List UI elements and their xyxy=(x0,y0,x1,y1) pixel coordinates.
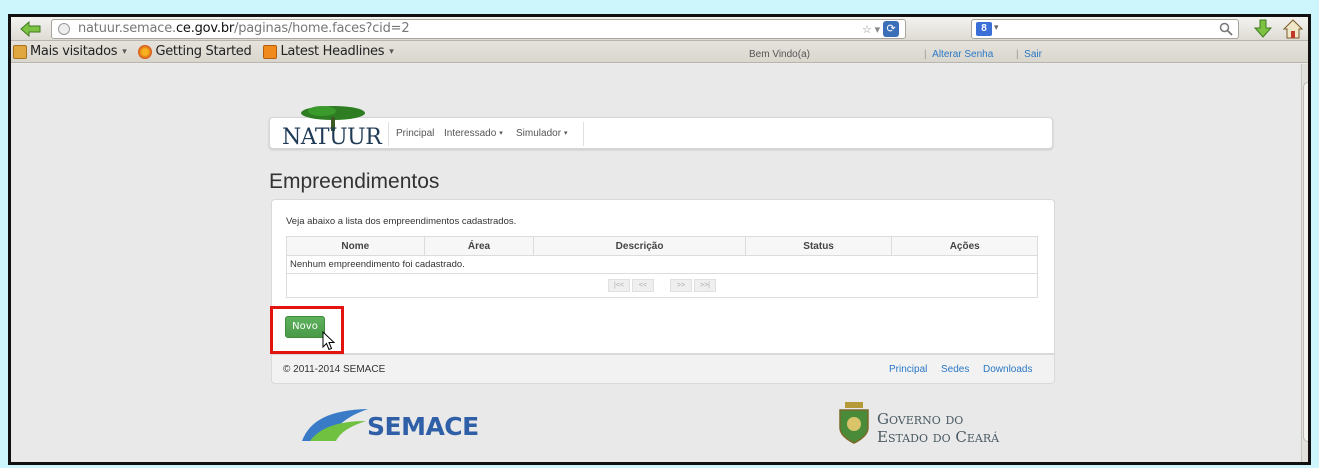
url-domain: ce.gov.br xyxy=(175,21,235,36)
bookmark-latest-headlines[interactable]: Latest Headlines ▾ xyxy=(263,44,394,59)
column-header-nome[interactable]: Nome xyxy=(287,237,425,255)
semace-wave-icon xyxy=(302,409,368,441)
back-arrow-icon xyxy=(20,21,41,37)
home-icon[interactable] xyxy=(1283,19,1303,39)
nav-label: Simulador xyxy=(516,128,562,139)
url-path: /paginas/home.faces?cid=2 xyxy=(234,21,410,36)
ceara-coat-of-arms-icon xyxy=(839,402,869,444)
gov-logo-line2: Estado do Ceará xyxy=(877,428,1000,446)
semace-logo-text: SEMACE xyxy=(367,412,479,441)
empreendimentos-panel: Veja abaixo a lista dos empreendimentos … xyxy=(271,199,1055,354)
url-bar-actions: ☆ ▾ ⟳ xyxy=(862,21,899,37)
site-identity-icon[interactable] xyxy=(58,23,70,35)
firefox-icon xyxy=(138,44,153,59)
search-icon[interactable] xyxy=(1219,22,1233,36)
url-bar[interactable]: natuur.semace.ce.gov.br/paginas/home.fac… xyxy=(51,19,906,39)
chevron-down-icon: ▾ xyxy=(389,46,394,57)
column-header-descricao[interactable]: Descrição xyxy=(534,237,746,255)
panel-description: Veja abaixo a lista dos empreendimentos … xyxy=(286,216,517,227)
footer-link-downloads[interactable]: Downloads xyxy=(983,364,1032,375)
alterar-senha-link[interactable]: | Alterar Senha xyxy=(924,49,993,60)
bookmarks-toolbar: Mais visitados ▾ Getting Started Latest … xyxy=(11,41,1308,63)
browser-toolbar: natuur.semace.ce.gov.br/paginas/home.fac… xyxy=(11,17,1308,41)
next-page-button[interactable]: >> xyxy=(670,279,692,292)
nav-principal[interactable]: Principal xyxy=(396,128,434,139)
governo-ceara-logo: Governo do Estado do Ceará xyxy=(835,402,1035,450)
footer-link-sedes[interactable]: Sedes xyxy=(941,364,969,375)
welcome-text: Bem Vindo(a) xyxy=(749,49,810,60)
nav-simulador[interactable]: Simulador ▾ xyxy=(516,128,568,139)
page-title: Empreendimentos xyxy=(269,170,440,193)
bookmark-getting-started[interactable]: Getting Started xyxy=(138,44,252,59)
bookmark-label: Mais visitados xyxy=(30,44,118,59)
semace-logo: SEMACE xyxy=(300,400,490,450)
nav-interessado[interactable]: Interessado ▾ xyxy=(444,128,503,139)
nav-label: Interessado xyxy=(444,128,497,139)
gov-logo-line1: Governo do xyxy=(877,410,964,428)
bookmark-label: Getting Started xyxy=(155,44,252,59)
empreendimentos-table: Nome Área Descrição Status Ações Nenhum … xyxy=(286,236,1038,298)
separator: | xyxy=(924,49,933,60)
search-engine-icon[interactable]: 8 xyxy=(976,22,992,36)
column-header-acoes[interactable]: Ações xyxy=(892,237,1037,255)
sair-link[interactable]: | Sair xyxy=(1016,49,1042,60)
download-icon[interactable] xyxy=(1253,19,1273,39)
caret-down-icon: ▾ xyxy=(499,130,503,137)
separator: | xyxy=(1016,49,1025,60)
nav-label: Principal xyxy=(396,128,435,139)
sair-label: Sair xyxy=(1024,49,1042,60)
bookmark-mais-visitados[interactable]: Mais visitados ▾ xyxy=(13,44,127,59)
column-header-status[interactable]: Status xyxy=(746,237,893,255)
scrollbar-thumb[interactable] xyxy=(1303,82,1308,442)
empty-table-message: Nenhum empreendimento foi cadastrado. xyxy=(286,256,1038,274)
history-dropdown-icon[interactable]: ▾ xyxy=(875,23,881,36)
url-prefix: natuur.semace. xyxy=(78,21,176,36)
last-page-button[interactable]: >>| xyxy=(694,279,716,292)
alterar-senha-label: Alterar Senha xyxy=(932,49,994,60)
bookmark-star-icon[interactable]: ☆ xyxy=(862,23,872,36)
natuur-logo[interactable]: NATUUR xyxy=(278,105,388,151)
chevron-down-icon: ▾ xyxy=(122,46,127,57)
reload-icon[interactable]: ⟳ xyxy=(883,21,899,37)
nav-divider xyxy=(388,122,389,146)
bookmark-label: Latest Headlines xyxy=(280,44,385,59)
back-button[interactable] xyxy=(17,19,45,39)
vertical-scrollbar[interactable] xyxy=(1301,64,1308,462)
copyright-text: © 2011-2014 SEMACE xyxy=(283,364,386,375)
logo-text: NATUUR xyxy=(282,125,382,150)
search-bar[interactable]: 8 ▾ xyxy=(971,19,1239,39)
first-page-button[interactable]: |<< xyxy=(608,279,630,292)
mouse-cursor-icon xyxy=(322,331,336,351)
table-header: Nome Área Descrição Status Ações xyxy=(286,236,1038,256)
caret-down-icon: ▾ xyxy=(564,130,568,137)
folder-icon xyxy=(13,44,27,59)
footer-link-principal[interactable]: Principal xyxy=(889,364,927,375)
column-header-area[interactable]: Área xyxy=(425,237,535,255)
rss-icon xyxy=(263,44,278,59)
app-navbar: NATUUR Principal Interessado ▾ Simulador ▾ xyxy=(269,106,1053,150)
search-engine-dropdown-icon[interactable]: ▾ xyxy=(994,22,999,33)
panel-footer: © 2011-2014 SEMACE Principal Sedes Downl… xyxy=(271,354,1055,384)
nav-divider xyxy=(583,122,584,146)
prev-page-button[interactable]: << xyxy=(632,279,654,292)
table-paginator: |<< << >> >>| xyxy=(286,274,1038,298)
